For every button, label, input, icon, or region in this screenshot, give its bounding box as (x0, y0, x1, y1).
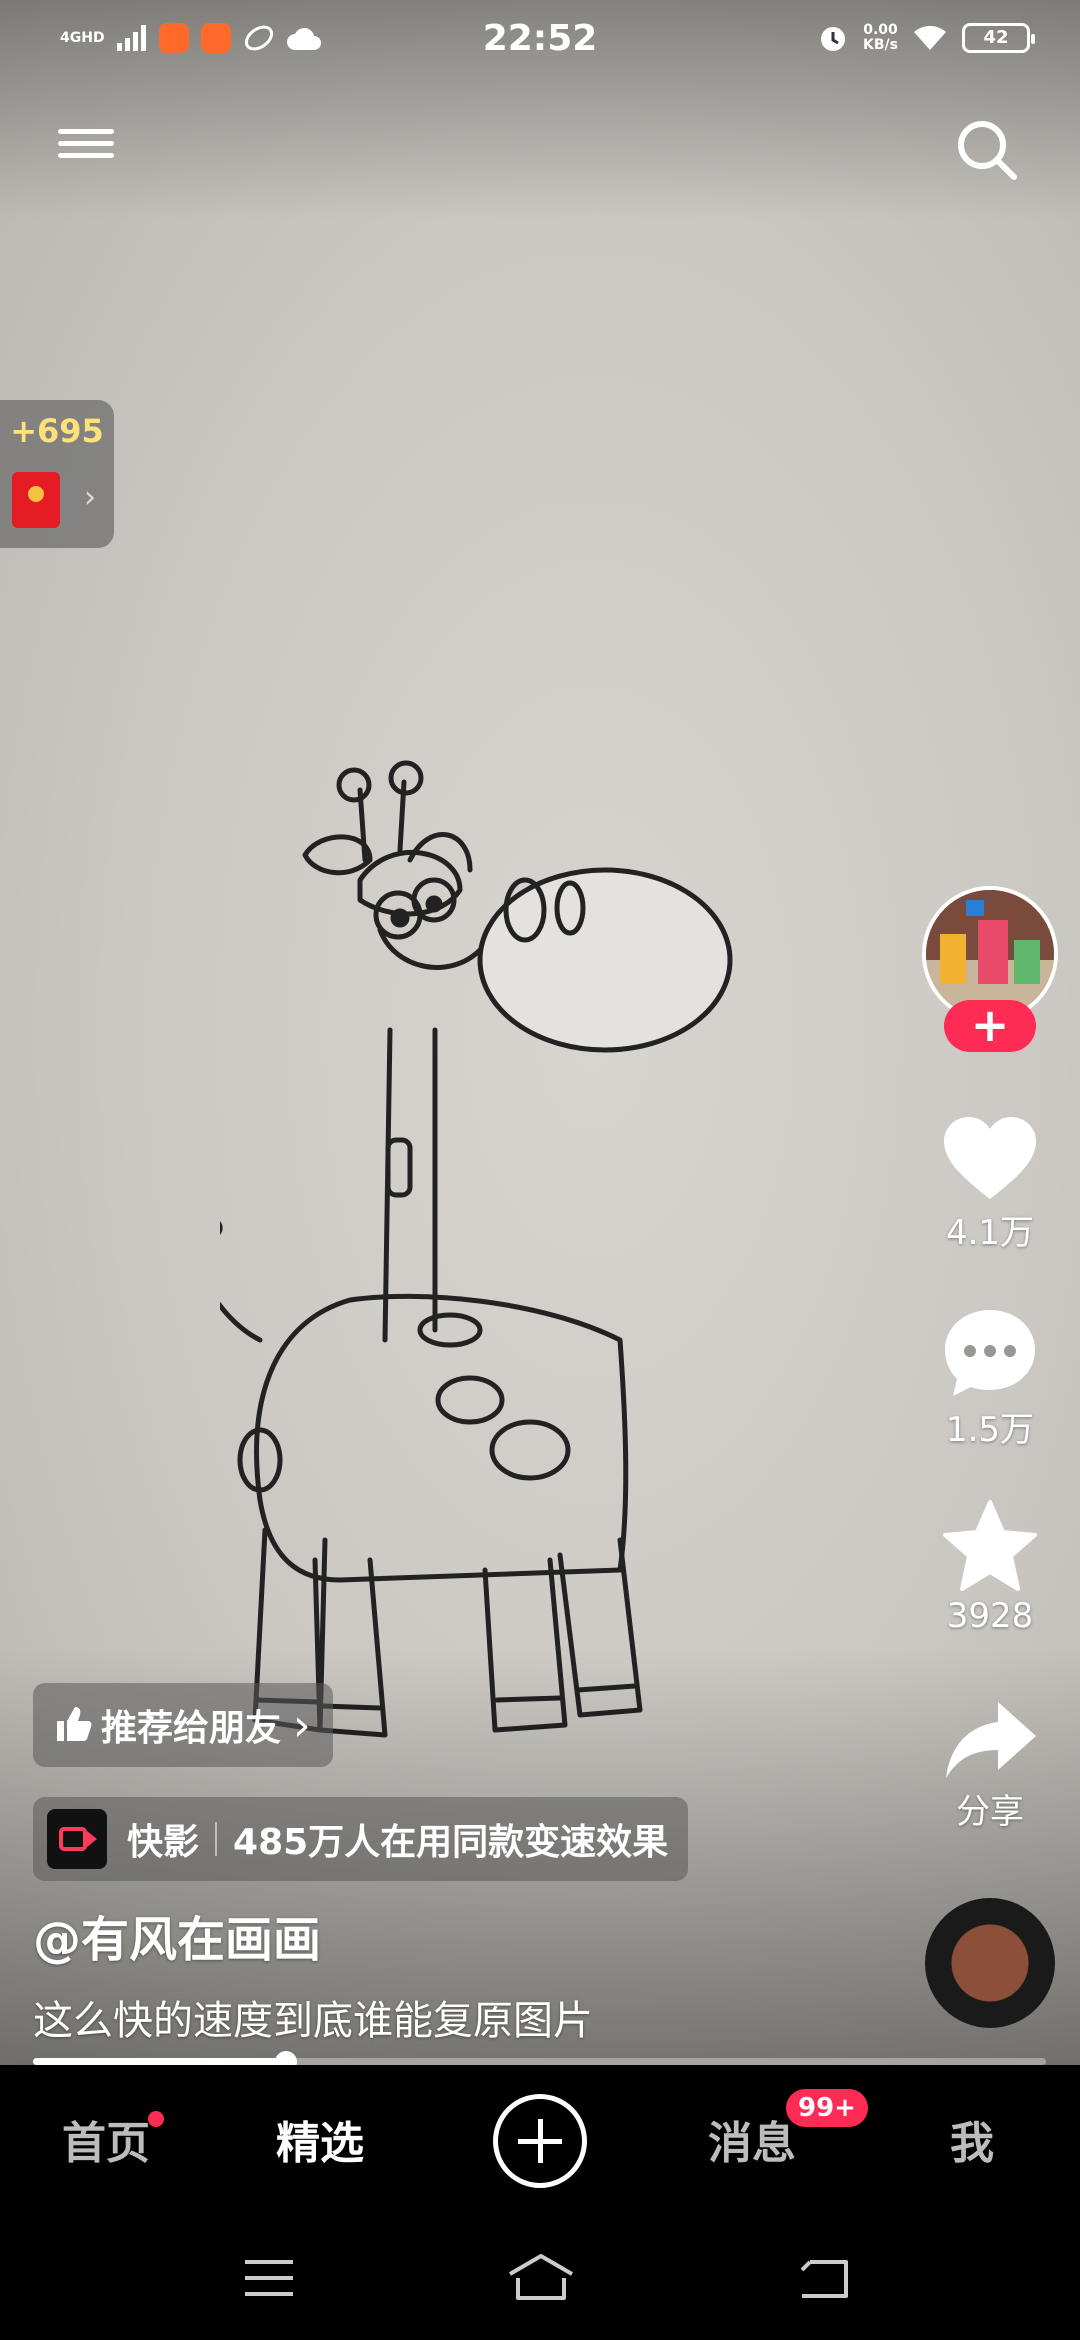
net-speed-unit: KB/s (863, 37, 898, 53)
comment-icon (945, 1310, 1035, 1396)
alarm-icon (821, 27, 846, 51)
thumbs-up-icon (57, 1707, 92, 1741)
star-icon (943, 1500, 1037, 1591)
video-progress-bar[interactable] (33, 2051, 1046, 2073)
bottom-tab-bar: 首页 精选 消息 99+ 我 (0, 2065, 1080, 2220)
share-arrow-icon (946, 1702, 1036, 1778)
giraffe-drawing (220, 760, 733, 1738)
favorite-count: 3928 (946, 1596, 1034, 1636)
tab-featured[interactable]: 精选 (276, 2107, 364, 2171)
tab-label: 首页 (62, 2118, 150, 2169)
net-speed: 0.00 KB/s (863, 23, 898, 53)
status-bar: 4GHD 22:52 0.00 KB/s 42 (0, 0, 1080, 80)
status-right: 0.00 KB/s 42 (817, 22, 1035, 54)
comment-count: 1.5万 (945, 1410, 1035, 1450)
divider (215, 1822, 218, 1856)
menu-icon-line (58, 141, 114, 146)
progress-fill (33, 2058, 287, 2065)
follow-button[interactable]: + (944, 1000, 1036, 1052)
effect-app-name: 快影 (127, 1822, 200, 1863)
search-icon[interactable] (952, 115, 1022, 185)
chevron-right-icon: › (84, 480, 96, 515)
menu-icon-line (58, 129, 114, 134)
menu-icon-line (58, 153, 114, 158)
effect-text: 485万人在用同款变速效果 (233, 1822, 669, 1863)
messages-badge: 99+ (786, 2089, 868, 2127)
tab-label: 精选 (276, 2118, 364, 2169)
favorite-button[interactable]: 3928 (920, 1500, 1060, 1636)
recommend-label: 推荐给朋友 (101, 1708, 282, 1749)
author-name[interactable]: @有风在画画 (33, 1900, 321, 1970)
menu-button[interactable] (58, 122, 114, 178)
recommend-to-friends-button[interactable]: 推荐给朋友 › (33, 1683, 333, 1767)
kuaiying-app-icon (47, 1809, 107, 1869)
battery-indicator: 42 (962, 23, 1035, 53)
share-label: 分享 (956, 1792, 1024, 1832)
system-nav-bar (0, 2220, 1080, 2340)
reward-widget[interactable]: +695 › (0, 400, 114, 548)
menu-lines-icon[interactable] (243, 2258, 295, 2298)
home-notification-dot (148, 2111, 164, 2127)
heart-icon (944, 1117, 1036, 1199)
back-icon[interactable] (796, 2256, 852, 2300)
tab-messages[interactable]: 消息 (708, 2107, 796, 2171)
tab-home[interactable]: 首页 (62, 2107, 150, 2171)
create-button[interactable] (493, 2094, 587, 2188)
chevron-right-icon: › (293, 1699, 311, 1751)
red-envelope-icon (12, 472, 60, 528)
like-count: 4.1万 (945, 1213, 1035, 1253)
home-icon[interactable] (506, 2252, 576, 2302)
net-speed-value: 0.00 (863, 22, 898, 38)
reward-amount: +695 (10, 412, 104, 450)
effect-chip[interactable]: 快影 485万人在用同款变速效果 (33, 1797, 689, 1881)
share-button[interactable]: 分享 (920, 1700, 1060, 1833)
comment-button[interactable]: 1.5万 (920, 1308, 1060, 1451)
video-caption: 这么快的速度到底谁能复原图片 (33, 1998, 593, 2044)
tab-me[interactable]: 我 (950, 2107, 994, 2171)
wifi-icon (914, 25, 946, 50)
music-disc[interactable] (925, 1898, 1055, 2028)
tab-label: 我 (950, 2118, 994, 2169)
tab-label: 消息 (708, 2118, 796, 2169)
like-button[interactable]: 4.1万 (920, 1115, 1060, 1254)
